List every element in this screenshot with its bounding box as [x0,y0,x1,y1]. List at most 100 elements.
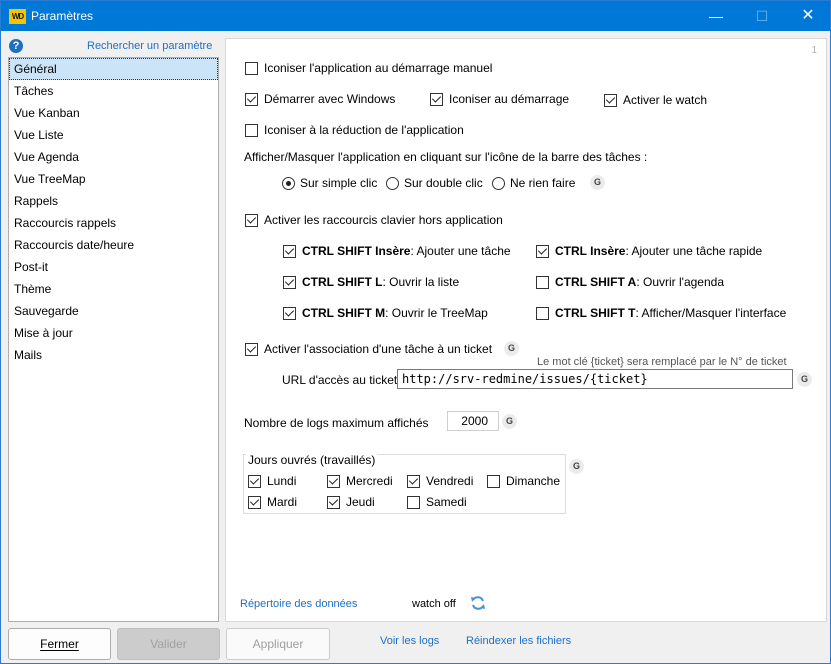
sidebar-item-theme[interactable]: Thème [9,278,218,300]
maximize-button[interactable]: ☐ [739,1,785,31]
workday-sunday-checkbox[interactable] [487,474,500,488]
apply-button-label: Appliquer [252,637,304,651]
workday-friday-checkbox[interactable] [407,474,420,488]
sidebar-item-reminder-shortcuts[interactable]: Raccourcis rappels [9,212,218,234]
hotkey-toggle-interface-checkbox[interactable] [536,306,549,320]
option-label: Lundi [267,474,297,488]
hotkey-open-agenda[interactable]: CTRL SHIFT A : Ouvrir l'agenda [536,274,724,290]
workday-saturday-checkbox[interactable] [407,495,420,509]
minimize-button[interactable]: — [693,1,739,31]
iconise-reduce-checkbox[interactable] [245,123,258,137]
option-label: Activer les raccourcis clavier hors appl… [264,213,503,227]
page-number: 1 [811,45,817,56]
hotkey-keys: CTRL SHIFT T [555,306,636,320]
hotkey-add-task-checkbox[interactable] [283,244,296,258]
title-bar: WD Paramètres — ☐ ✕ [1,1,830,31]
sidebar-item-backup[interactable]: Sauvegarde [9,300,218,322]
workday-thursday-checkbox[interactable] [327,495,340,509]
ticket-assoc-option[interactable]: Activer l'association d'une tâche à un t… [245,341,492,357]
max-logs-label: Nombre de logs maximum affichés [244,416,429,430]
hotkey-toggle-interface[interactable]: CTRL SHIFT T : Afficher/Masquer l'interf… [536,305,786,321]
hotkey-quick-task[interactable]: CTRL Insère : Ajouter une tâche rapide [536,243,762,259]
option-label: Mercredi [346,474,393,488]
radio-single-click-button[interactable] [282,176,295,190]
workday-saturday[interactable]: Samedi [407,494,467,510]
sidebar-item-kanban[interactable]: Vue Kanban [9,102,218,124]
option-label: Samedi [426,495,467,509]
ticket-url-label: URL d'accès au ticket [282,373,398,387]
global-setting-badge: G [797,372,812,387]
iconise-start-option[interactable]: Iconiser au démarrage [430,91,569,107]
hotkey-keys: CTRL Insère [555,244,626,258]
workday-tuesday-checkbox[interactable] [248,495,261,509]
hotkey-keys: CTRL SHIFT Insère [302,244,411,258]
refresh-icon[interactable] [470,595,486,611]
iconise-manual-checkbox[interactable] [245,61,258,75]
validate-button[interactable]: Valider [117,628,220,660]
radio-double-click-button[interactable] [386,176,399,190]
hotkey-open-list[interactable]: CTRL SHIFT L : Ouvrir la liste [283,274,459,290]
reindex-files-link[interactable]: Réindexer les fichiers [466,635,571,647]
option-label: Dimanche [506,474,561,488]
workday-wednesday-checkbox[interactable] [327,474,340,488]
workday-wednesday[interactable]: Mercredi [327,473,393,489]
help-icon[interactable]: ? [9,39,23,53]
sidebar-item-reminders[interactable]: Rappels [9,190,218,212]
ticket-assoc-checkbox[interactable] [245,342,258,356]
sidebar-item-postit[interactable]: Post-it [9,256,218,278]
iconise-manual-option[interactable]: Iconiser l'application au démarrage manu… [245,60,492,76]
workdays-group: Jours ouvrés (travaillés) Lundi Mercredi… [243,453,566,514]
sidebar-item-treemap[interactable]: Vue TreeMap [9,168,218,190]
settings-category-list: Général Tâches Vue Kanban Vue Liste Vue … [8,57,219,622]
sidebar-item-datetime-shortcuts[interactable]: Raccourcis date/heure [9,234,218,256]
global-setting-badge: G [502,414,517,429]
sidebar-item-mails[interactable]: Mails [9,344,218,366]
radio-do-nothing-button[interactable] [492,176,505,190]
search-setting-link[interactable]: Rechercher un paramètre [87,40,212,52]
hotkey-open-agenda-checkbox[interactable] [536,275,549,289]
activate-watch-checkbox[interactable] [604,93,617,107]
validate-button-label: Valider [150,637,187,651]
radio-double-click[interactable]: Sur double clic [386,175,483,191]
hotkey-open-list-checkbox[interactable] [283,275,296,289]
sidebar-item-general[interactable]: Général [9,58,218,80]
sidebar-item-list-view[interactable]: Vue Liste [9,124,218,146]
close-button[interactable]: Fermer [8,628,111,660]
hotkey-keys: CTRL SHIFT A [555,275,637,289]
radio-single-click[interactable]: Sur simple clic [282,175,377,191]
workday-thursday[interactable]: Jeudi [327,494,375,510]
view-logs-link[interactable]: Voir les logs [380,635,439,647]
sidebar-item-update[interactable]: Mise à jour [9,322,218,344]
option-label: Sur simple clic [300,176,378,190]
sidebar-item-tasks[interactable]: Tâches [9,80,218,102]
max-logs-input[interactable]: 2000 [447,411,499,431]
workday-monday-checkbox[interactable] [248,474,261,488]
iconise-reduce-option[interactable]: Iconiser à la réduction de l'application [245,122,464,138]
hotkey-open-treemap-checkbox[interactable] [283,306,296,320]
ticket-url-input[interactable]: http://srv-redmine/issues/{ticket} [397,369,793,389]
ticket-keyword-hint: Le mot clé {ticket} sera remplacé par le… [537,356,787,368]
sidebar-item-agenda[interactable]: Vue Agenda [9,146,218,168]
workday-friday[interactable]: Vendredi [407,473,473,489]
hotkey-action: : Ajouter une tâche rapide [625,244,763,258]
hotkey-keys: CTRL SHIFT M [302,306,386,320]
hotkey-open-treemap[interactable]: CTRL SHIFT M : Ouvrir le TreeMap [283,305,488,321]
hotkey-quick-task-checkbox[interactable] [536,244,549,258]
hotkey-add-task[interactable]: CTRL SHIFT Insère : Ajouter une tâche [283,243,511,259]
close-window-button[interactable]: ✕ [785,1,831,31]
activate-watch-option[interactable]: Activer le watch [604,92,707,108]
hotkeys-enable-option[interactable]: Activer les raccourcis clavier hors appl… [245,212,503,228]
iconise-start-checkbox[interactable] [430,92,443,106]
taskbar-click-label: Afficher/Masquer l'application en cliqua… [244,150,648,164]
start-windows-checkbox[interactable] [245,92,258,106]
workday-monday[interactable]: Lundi [248,473,296,489]
workday-tuesday[interactable]: Mardi [248,494,297,510]
apply-button[interactable]: Appliquer [226,628,330,660]
hotkeys-enable-checkbox[interactable] [245,213,258,227]
radio-do-nothing[interactable]: Ne rien faire [492,175,575,191]
hotkey-action: : Afficher/Masquer l'interface [635,306,787,320]
workday-sunday[interactable]: Dimanche [487,473,560,489]
option-label: Iconiser l'application au démarrage manu… [264,61,493,75]
start-windows-option[interactable]: Démarrer avec Windows [245,91,395,107]
data-directory-link[interactable]: Répertoire des données [240,598,357,610]
